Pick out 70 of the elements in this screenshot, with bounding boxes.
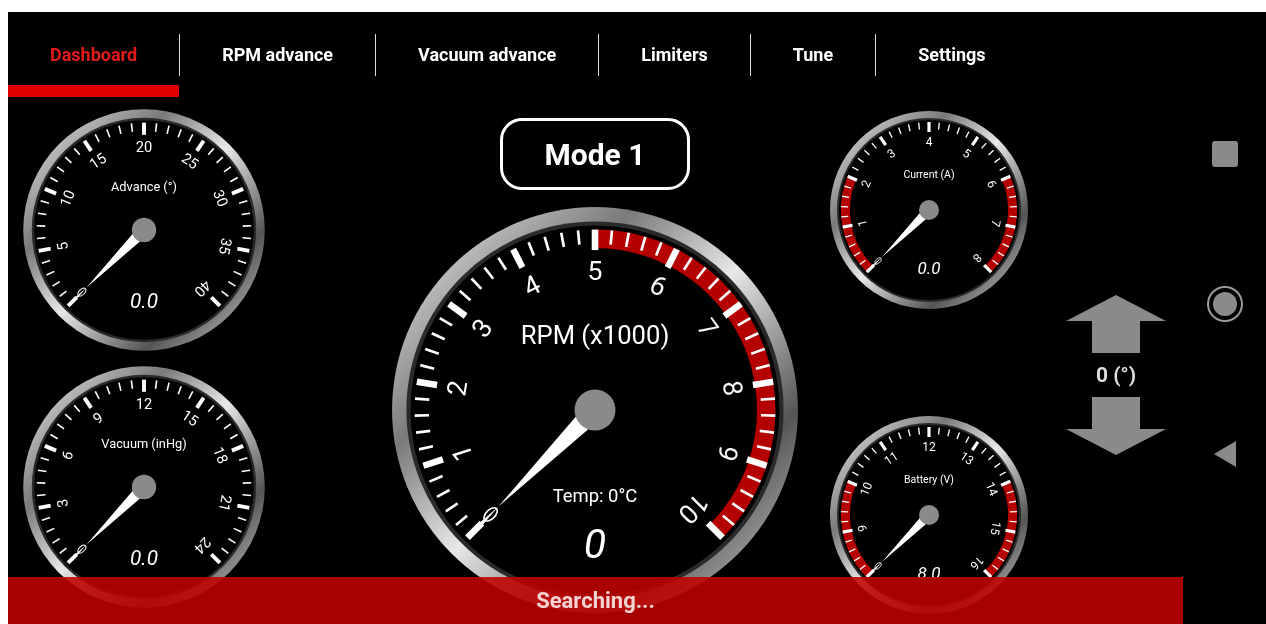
gauge-title: Vacuum (inHg) [101, 435, 187, 451]
scale-number: 8 [969, 250, 985, 266]
scale-number: 7 [988, 218, 1004, 228]
scale-number: 1 [854, 218, 870, 228]
scale-number: 18 [209, 444, 233, 467]
scale-number: 9 [854, 523, 870, 533]
scale-number: 15 [987, 520, 1004, 537]
tab[interactable]: Dashboard [8, 12, 180, 97]
tab[interactable]: Limiters [599, 12, 750, 97]
scale-number: 5 [960, 145, 974, 162]
advance-offset-value: 0 (°) [1095, 363, 1137, 387]
snackbar-message: Searching... [536, 588, 655, 613]
scale-number: 6 [984, 178, 1000, 190]
scale-number: 9 [89, 408, 107, 428]
scale-number: 5 [53, 240, 73, 252]
scale-number: 1 [444, 441, 480, 466]
needle-tip-ring [77, 287, 87, 297]
scale-number: 8 [715, 378, 750, 399]
scale-number: 3 [53, 497, 73, 509]
home-button[interactable] [1204, 284, 1245, 324]
scale-number: 20 [135, 138, 153, 157]
tab[interactable]: Vacuum advance [376, 12, 599, 97]
up-arrow-button[interactable] [1066, 295, 1166, 353]
gauge-subtitle: Temp: 0°C [552, 485, 638, 508]
scale-number: 4 [925, 135, 933, 149]
scale-number: 7 [690, 312, 726, 344]
scale-number: 3 [884, 145, 898, 162]
scale-number: 9 [710, 441, 746, 466]
down-arrow-button[interactable] [1066, 397, 1166, 455]
scale-number: 10 [857, 480, 876, 498]
scale-number: 2 [440, 378, 475, 399]
scale-number: 6 [57, 448, 78, 463]
scale-number: 12 [135, 395, 153, 414]
scale-number: 21 [214, 493, 236, 513]
scale-number: 12 [922, 440, 936, 454]
gauge-readout: 0.0 [130, 546, 158, 571]
scale-number: 16 [967, 553, 987, 573]
scale-number: 40 [190, 276, 215, 301]
scale-number: 15 [178, 405, 202, 431]
scale-number: 10 [671, 486, 716, 531]
scale-number: 11 [881, 448, 901, 469]
scale-number: 10 [55, 187, 79, 210]
scale-number: 30 [209, 187, 233, 210]
gauge-title: Battery (V) [903, 473, 955, 486]
needle-tip-ring [483, 506, 499, 522]
scale-number: 5 [587, 254, 603, 287]
tab[interactable]: Tune [750, 12, 876, 97]
gauge-readout: 0.0 [130, 289, 158, 314]
needle-tip-ring [874, 257, 882, 265]
home-icon [1204, 284, 1245, 324]
scale-number: 6 [644, 268, 673, 304]
gauge-title: Current (A) [903, 168, 955, 181]
scale-number: 25 [178, 148, 202, 174]
gauge-readout: 0.0 [917, 258, 941, 278]
scale-number: 13 [957, 448, 977, 469]
scale-number: 35 [214, 236, 236, 256]
tab[interactable]: Settings [876, 12, 1028, 97]
scale-number: 4 [517, 268, 546, 304]
scale-number: 14 [982, 480, 1001, 498]
scale-number: 24 [190, 533, 215, 558]
needle-tip-ring [874, 562, 882, 570]
gauge-title: Advance (°) [111, 178, 177, 194]
mode-button[interactable]: Mode 1 [500, 118, 690, 190]
needle-tip-ring [77, 544, 87, 554]
gauge-title: RPM (x1000) [520, 320, 670, 351]
tab[interactable]: RPM advance [180, 12, 376, 97]
scale-number: 2 [858, 178, 874, 190]
gauge-readout: 0 [583, 519, 607, 568]
scale-number: 3 [464, 312, 500, 344]
scale-number: 15 [86, 148, 110, 174]
